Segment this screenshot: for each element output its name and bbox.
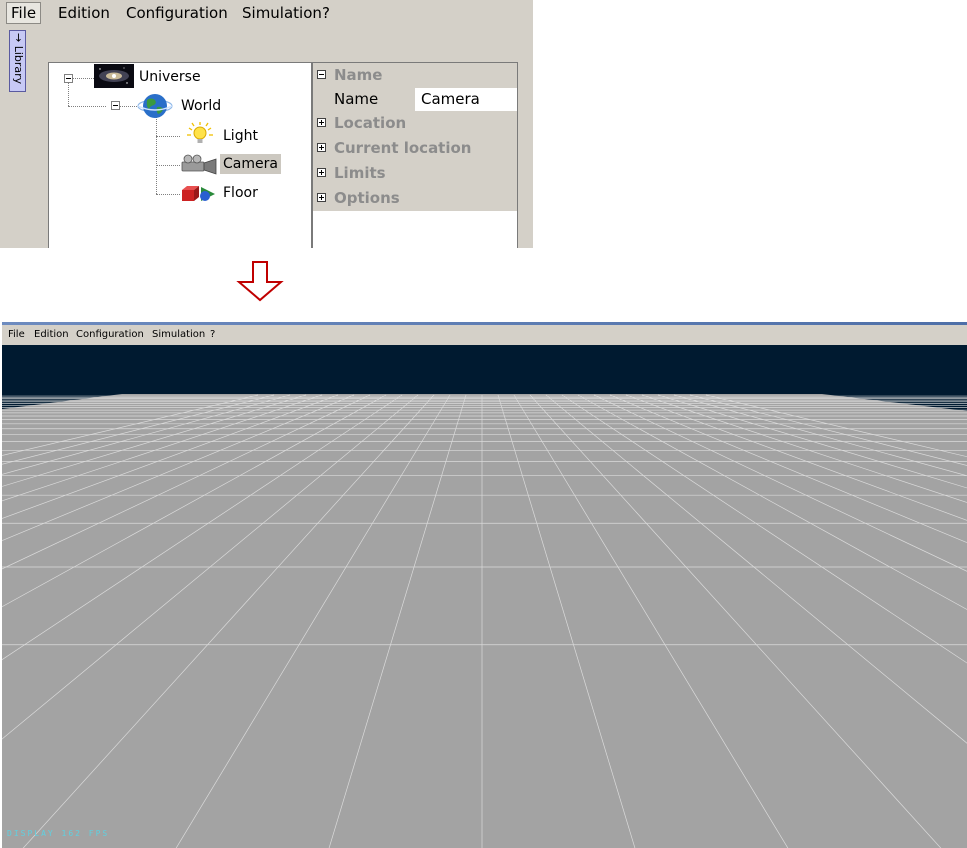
prop-group-label: Limits (334, 164, 386, 182)
prop-group-current-location[interactable]: Current location (313, 136, 517, 161)
camera-icon (179, 153, 219, 181)
collapse-icon[interactable] (317, 70, 326, 79)
view-menu-file[interactable]: File (8, 325, 25, 345)
tree-node-universe[interactable]: Universe (139, 67, 201, 87)
prop-group-options[interactable]: Options (313, 186, 517, 211)
view-menu-simulation[interactable]: Simulation (152, 325, 205, 345)
tree-node-world[interactable]: World (181, 96, 221, 116)
tree-node-camera[interactable]: Camera (220, 154, 281, 174)
prop-group-label: Options (334, 189, 400, 207)
prop-value-name[interactable]: Camera (417, 88, 480, 111)
editor-window: File Edition Configuration Simulation ? … (0, 0, 533, 248)
floor-shapes-icon (179, 182, 219, 210)
view-menu-bar: File Edition Configuration Simulation ? (2, 325, 967, 345)
prop-group-limits[interactable]: Limits (313, 161, 517, 186)
prop-group-name[interactable]: Name (313, 63, 517, 88)
expand-icon[interactable] (317, 143, 326, 152)
menu-simulation[interactable]: Simulation (238, 2, 326, 24)
view-menu-configuration[interactable]: Configuration (76, 325, 144, 345)
prop-key: Name (313, 88, 415, 111)
scene-tree: Universe World Light Camera Floor (48, 62, 312, 248)
menu-help[interactable]: ? (318, 2, 334, 24)
floor-plane (2, 394, 967, 848)
expand-icon[interactable] (317, 168, 326, 177)
3d-scene-viewport[interactable] (2, 345, 967, 848)
library-tab[interactable]: → Library (9, 30, 26, 92)
library-tab-label: → Library (12, 33, 25, 85)
prop-group-label: Location (334, 114, 407, 132)
tree-node-light[interactable]: Light (223, 126, 258, 146)
expand-icon[interactable] (317, 118, 326, 127)
prop-group-label: Current location (334, 139, 472, 157)
down-arrow-icon (233, 260, 287, 306)
prop-row-name: Name Camera (313, 88, 517, 111)
tree-node-floor[interactable]: Floor (223, 183, 258, 203)
menu-bar: File Edition Configuration Simulation ? (0, 0, 533, 26)
galaxy-icon (94, 64, 134, 92)
menu-configuration[interactable]: Configuration (122, 2, 232, 24)
prop-group-location[interactable]: Location (313, 111, 517, 136)
fps-counter: DISPLAY 162 FPS (7, 829, 110, 838)
menu-edition[interactable]: Edition (54, 2, 114, 24)
view-menu-help[interactable]: ? (210, 325, 215, 345)
globe-icon (137, 90, 173, 126)
simulation-view-window: File Edition Configuration Simulation ? … (2, 322, 967, 848)
world-expander[interactable] (111, 101, 120, 110)
menu-file[interactable]: File (6, 2, 42, 24)
universe-expander[interactable] (64, 74, 73, 83)
light-bulb-icon (179, 120, 217, 152)
property-panel: Name Name Camera Location Current locati… (312, 62, 518, 248)
prop-group-label: Name (334, 66, 383, 84)
expand-icon[interactable] (317, 193, 326, 202)
view-menu-edition[interactable]: Edition (34, 325, 69, 345)
